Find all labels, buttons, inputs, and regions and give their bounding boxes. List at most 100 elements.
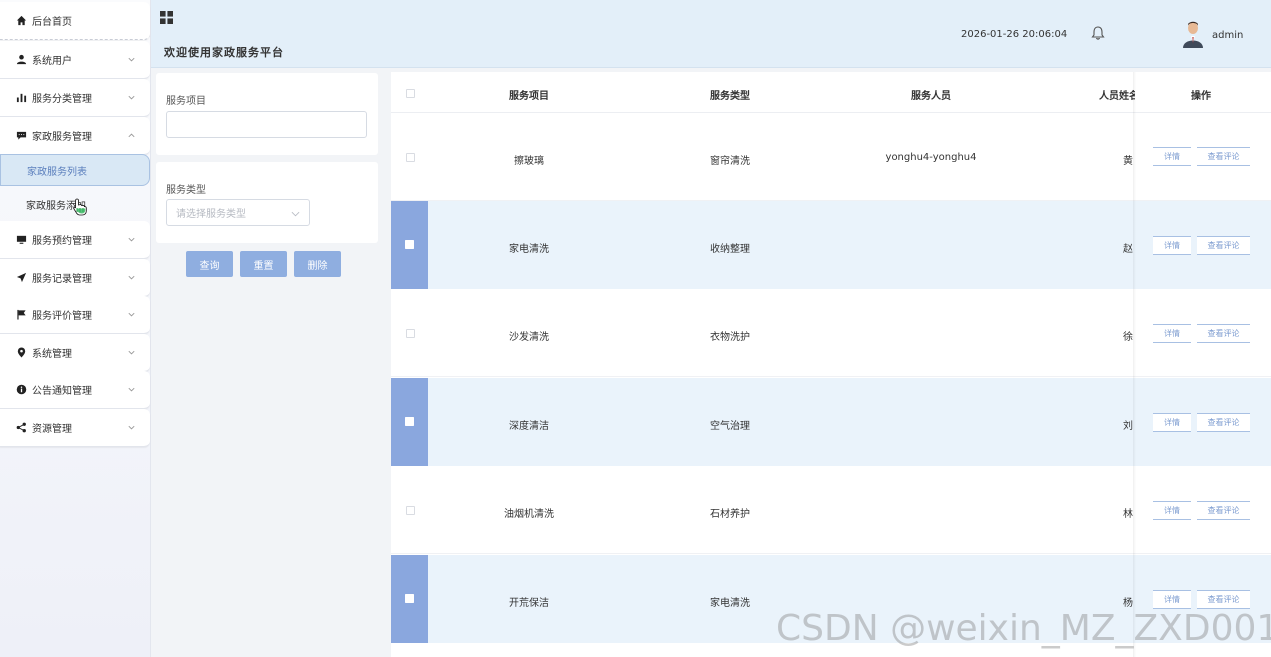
bell-icon[interactable] — [1090, 25, 1106, 41]
sidebar-item-booking[interactable]: 服务预约管理 — [0, 221, 150, 259]
sidebar-item-housekeeping[interactable]: 家政服务管理 — [0, 117, 150, 155]
chevron-down-icon — [128, 350, 135, 355]
detail-button[interactable]: 详情 — [1153, 324, 1191, 343]
select-all-checkbox[interactable] — [406, 89, 415, 98]
cell-service-type: 家电清洗 — [710, 598, 750, 609]
sidebar-item-label: 系统用户 — [32, 56, 72, 67]
monitor-icon — [15, 234, 27, 246]
fixed-column-shadow — [1133, 72, 1136, 657]
row-checkbox[interactable] — [406, 329, 415, 338]
table-header: 服务项目 服务类型 服务人员 人员姓名 操作 — [391, 72, 1271, 113]
sidebar-item-label: 服务分类管理 — [32, 94, 92, 105]
cell-staff-name: 黄 — [1123, 156, 1133, 167]
cell-staff-name: 赵 — [1123, 244, 1133, 255]
view-reviews-button[interactable]: 查看评论 — [1197, 324, 1250, 343]
detail-button[interactable]: 详情 — [1153, 590, 1191, 609]
sidebar-item-notice[interactable]: 公告通知管理 — [0, 371, 150, 409]
reset-button[interactable]: 重置 — [240, 251, 287, 277]
table-row[interactable]: 油烟机清洗 石材养护 林 详情 查看评论 — [391, 466, 1271, 554]
cell-service-item: 开荒保洁 — [509, 598, 549, 609]
username[interactable]: admin — [1212, 30, 1243, 41]
chevron-down-icon — [128, 312, 135, 317]
column-header-service-type: 服务类型 — [710, 91, 750, 102]
chevron-down-icon — [128, 387, 135, 392]
cell-service-type: 衣物洗护 — [710, 332, 750, 343]
sidebar-item-system-users[interactable]: 系统用户 — [0, 41, 150, 79]
cell-service-item: 油烟机清洗 — [504, 509, 554, 520]
row-actions: 详情 查看评论 — [1136, 466, 1271, 553]
cell-staff-name: 刘 — [1123, 421, 1133, 432]
view-reviews-button[interactable]: 查看评论 — [1197, 501, 1250, 520]
service-item-label: 服务项目 — [166, 96, 206, 107]
sidebar-item-system[interactable]: 系统管理 — [0, 334, 150, 372]
sidebar-item-label: 公告通知管理 — [32, 386, 92, 397]
chevron-down-icon — [128, 237, 135, 242]
table-row[interactable]: 擦玻璃 窗帘清洗 yonghu4-yonghu4 黄 详情 查看评论 — [391, 113, 1271, 201]
query-button[interactable]: 查询 — [186, 251, 233, 277]
row-checkbox[interactable] — [405, 594, 414, 603]
cell-service-type: 窗帘清洗 — [710, 156, 750, 167]
sidebar-subitem-service-list[interactable]: 家政服务列表 — [0, 154, 150, 186]
column-header-staff: 服务人员 — [911, 91, 951, 102]
bar-chart-icon — [15, 92, 27, 104]
sidebar-item-resources[interactable]: 资源管理 — [0, 409, 150, 447]
column-header-actions: 操作 — [1191, 91, 1211, 102]
row-checkbox[interactable] — [405, 417, 414, 426]
row-checkbox[interactable] — [405, 240, 414, 249]
chevron-down-icon — [128, 275, 135, 280]
detail-button[interactable]: 详情 — [1153, 236, 1191, 255]
chevron-down-icon — [128, 425, 135, 430]
row-actions: 详情 查看评论 — [1136, 113, 1271, 200]
detail-button[interactable]: 详情 — [1153, 413, 1191, 432]
cell-service-item: 沙发清洗 — [509, 332, 549, 343]
chevron-down-icon — [128, 57, 135, 62]
pointer-hand-cursor-icon — [73, 198, 87, 216]
sidebar-item-label: 资源管理 — [32, 424, 72, 435]
detail-button[interactable]: 详情 — [1153, 501, 1191, 520]
service-item-input[interactable] — [166, 111, 367, 138]
cell-service-type: 收纳整理 — [710, 244, 750, 255]
datetime-display: 2026-01-26 20:06:04 — [961, 29, 1068, 40]
sidebar-item-home[interactable]: 后台首页 — [0, 2, 150, 40]
table-row[interactable]: 沙发清洗 衣物洗护 徐 详情 查看评论 — [391, 289, 1271, 377]
chevron-down-icon — [128, 95, 135, 100]
cell-service-item: 擦玻璃 — [514, 156, 544, 167]
view-reviews-button[interactable]: 查看评论 — [1197, 236, 1250, 255]
chevron-up-icon — [128, 133, 135, 138]
chevron-down-icon — [291, 211, 300, 217]
table-row[interactable]: 深度清洁 空气治理 刘 详情 查看评论 — [391, 378, 1271, 466]
row-checkbox[interactable] — [406, 506, 415, 515]
sidebar-item-label: 系统管理 — [32, 349, 72, 360]
flag-icon — [15, 309, 27, 321]
detail-button[interactable]: 详情 — [1153, 147, 1191, 166]
sidebar-item-records[interactable]: 服务记录管理 — [0, 259, 150, 297]
sidebar-item-label: 后台首页 — [32, 17, 72, 28]
home-icon — [15, 15, 27, 27]
sidebar-item-label: 家政服务管理 — [32, 132, 92, 143]
send-icon — [15, 272, 27, 284]
avatar[interactable] — [1182, 20, 1204, 48]
row-actions: 详情 查看评论 — [1136, 201, 1271, 289]
cell-staff-name: 杨 — [1123, 598, 1133, 609]
sidebar-item-reviews[interactable]: 服务评价管理 — [0, 296, 150, 334]
row-actions: 详情 查看评论 — [1136, 378, 1271, 466]
cell-service-item: 家电清洗 — [509, 244, 549, 255]
sidebar-item-label: 服务评价管理 — [32, 311, 92, 322]
comment-icon — [15, 130, 27, 142]
sidebar-item-label: 服务预约管理 — [32, 236, 92, 247]
page-title: 欢迎使用家政服务平台 — [164, 46, 284, 59]
sidebar-item-category[interactable]: 服务分类管理 — [0, 79, 150, 117]
table-row[interactable]: 家电清洗 收纳整理 赵 详情 查看评论 — [391, 201, 1271, 289]
service-table: 服务项目 服务类型 服务人员 人员姓名 操作 擦玻璃 窗帘清洗 yonghu4-… — [391, 72, 1271, 657]
row-checkbox[interactable] — [406, 153, 415, 162]
delete-button[interactable]: 删除 — [294, 251, 341, 277]
view-reviews-button[interactable]: 查看评论 — [1197, 413, 1250, 432]
user-icon — [15, 54, 27, 66]
info-icon — [15, 384, 27, 396]
grid-menu-icon[interactable] — [160, 11, 173, 24]
view-reviews-button[interactable]: 查看评论 — [1197, 147, 1250, 166]
service-type-select[interactable]: 请选择服务类型 — [166, 199, 310, 226]
row-actions: 详情 查看评论 — [1136, 289, 1271, 376]
cell-service-type: 石材养护 — [710, 509, 750, 520]
view-reviews-button[interactable]: 查看评论 — [1197, 590, 1250, 609]
